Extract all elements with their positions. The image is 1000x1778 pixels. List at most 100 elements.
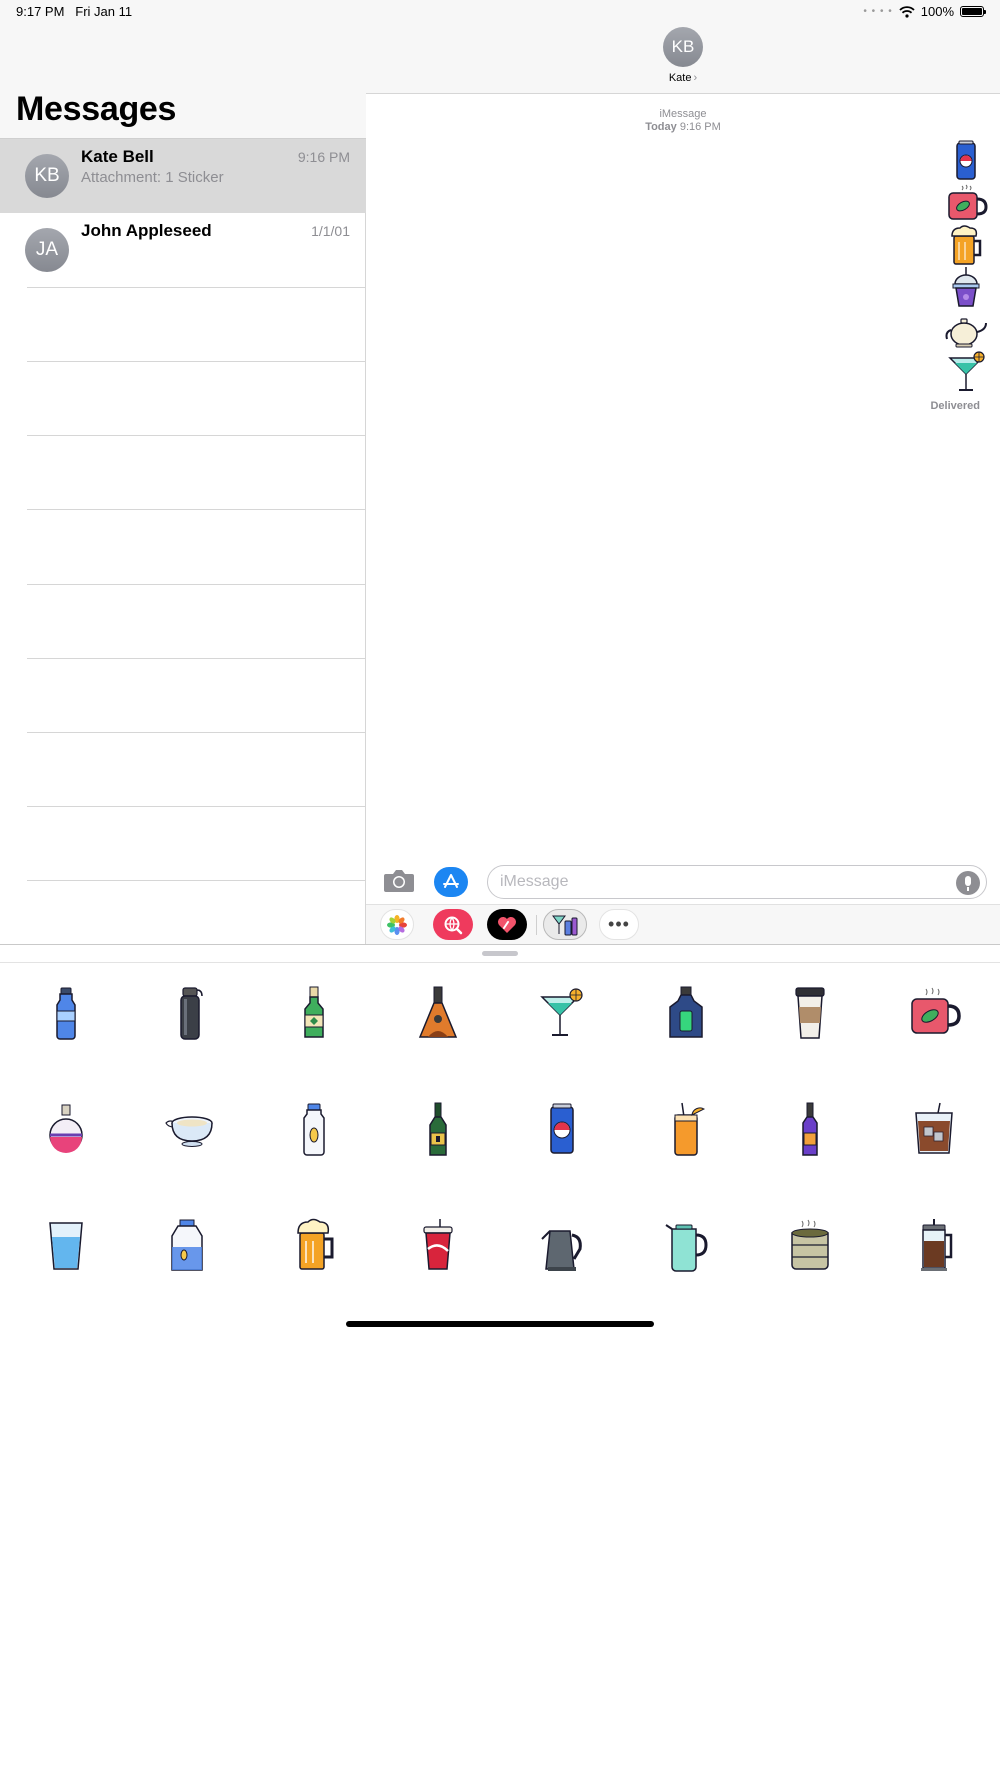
list-separator — [27, 584, 366, 585]
sticker-green-bottle[interactable] — [252, 985, 376, 1101]
soda-can-sticker[interactable] — [944, 140, 988, 182]
sticker-water-bottle[interactable] — [4, 985, 128, 1101]
teapot-sticker[interactable] — [944, 308, 988, 350]
soda-can-icon — [550, 1103, 574, 1154]
conversation-time: 1/1/01 — [311, 223, 350, 239]
digital-touch-app-icon[interactable] — [487, 909, 527, 940]
drawer-divider — [536, 915, 537, 935]
juice-glass-icon — [674, 1102, 706, 1156]
liquor-bottle-icon — [418, 986, 458, 1038]
heart-icon — [498, 916, 516, 933]
sticker-tea-cup[interactable] — [872, 985, 996, 1101]
square-bottle-icon — [669, 986, 703, 1038]
sticker-purple-bottle[interactable] — [748, 1101, 872, 1217]
camera-icon[interactable] — [383, 868, 415, 894]
avatar: JA — [25, 228, 69, 272]
green-bottle-icon — [304, 986, 324, 1038]
status-date: Fri Jan 11 — [75, 4, 133, 19]
sticker-water-glass[interactable] — [4, 1217, 128, 1333]
sticker-wine-bottle[interactable] — [376, 1101, 500, 1217]
image-search-app-icon[interactable] — [433, 909, 473, 940]
list-separator — [27, 287, 366, 288]
conversation-name: John Appleseed — [81, 221, 212, 240]
sent-sticker-message[interactable] — [944, 140, 988, 392]
list-separator — [27, 435, 366, 436]
purple-bottle-icon — [802, 1102, 818, 1156]
drawer-separator — [0, 962, 1000, 963]
sticker-soup-bowl[interactable] — [748, 1217, 872, 1333]
list-separator — [27, 509, 366, 510]
compose-bar: iMessage — [366, 860, 1000, 904]
status-indicators: • • • • 100% — [863, 4, 986, 19]
list-separator — [27, 361, 366, 362]
avatar: KB — [25, 154, 69, 198]
sticker-iced-drink[interactable] — [872, 1101, 996, 1217]
water-glass-icon — [49, 1222, 83, 1270]
battery-percent: 100% — [920, 4, 954, 19]
conversation-timestamp: iMessage Today 9:16 PM — [366, 108, 1000, 134]
message-input[interactable]: iMessage — [487, 865, 987, 899]
photos-flower-icon — [387, 914, 407, 935]
beer-mug-sticker[interactable] — [944, 224, 988, 266]
cocktail-sticker[interactable] — [944, 350, 988, 392]
sticker-milk-bottle[interactable] — [252, 1101, 376, 1217]
app-drawer: ••• — [366, 904, 1000, 944]
soup-bowl-icon — [791, 1219, 829, 1270]
soda-cup-icon — [423, 1219, 453, 1270]
contact-name-label: Kate — [668, 72, 692, 84]
drawer-grabber-handle[interactable] — [482, 951, 518, 956]
chat-pane: KB Kate › iMessage Today 9:16 PM Deliver… — [366, 0, 1000, 944]
drinks-sticker-app-icon[interactable] — [543, 909, 587, 940]
sticker-soda-can[interactable] — [500, 1101, 624, 1217]
teal-kettle-icon — [665, 1224, 708, 1272]
status-bar: 9:17 PM Fri Jan 11 • • • • 100% — [0, 0, 1000, 24]
app-store-glyph-icon — [443, 874, 459, 888]
contact-name[interactable]: Kate › — [366, 72, 1000, 84]
service-label: iMessage — [659, 108, 707, 120]
sticker-juice-glass[interactable] — [624, 1101, 748, 1217]
iced-drink-icon — [915, 1102, 953, 1154]
sticker-grid — [4, 985, 996, 1333]
electric-kettle-icon — [541, 1230, 582, 1271]
globe-search-icon — [444, 916, 463, 934]
app-store-icon[interactable] — [434, 867, 468, 897]
wine-bottle-icon — [429, 1102, 447, 1156]
signal-icon: • • • • — [863, 6, 893, 17]
sticker-milk-carton[interactable] — [128, 1217, 252, 1333]
sticker-teal-kettle[interactable] — [624, 1217, 748, 1333]
tea-cup-sticker[interactable] — [944, 182, 988, 224]
home-indicator[interactable] — [346, 1321, 654, 1327]
list-separator — [27, 880, 366, 881]
battery-icon — [960, 6, 986, 17]
drinks-icon — [552, 915, 578, 935]
sticker-beer-mug[interactable] — [252, 1217, 376, 1333]
sticker-liquor-bottle[interactable] — [376, 985, 500, 1101]
thermos-bottle-icon — [180, 987, 203, 1040]
status-time: 9:17 PM — [16, 4, 65, 19]
tea-cup-icon — [911, 987, 961, 1034]
conversation-row-kate-bell[interactable]: KB Kate Bell 9:16 PM Attachment: 1 Stick… — [0, 139, 366, 213]
sticker-coffee-cup[interactable] — [748, 985, 872, 1101]
microphone-icon[interactable] — [956, 871, 980, 895]
photos-app-icon[interactable] — [380, 909, 414, 940]
time-label: 9:16 PM — [679, 121, 721, 133]
sticker-french-press[interactable] — [872, 1217, 996, 1333]
more-apps-icon[interactable]: ••• — [599, 909, 639, 940]
conversation-row-john-appleseed[interactable]: JA John Appleseed 1/1/01 — [0, 213, 366, 287]
sticker-potion-flask[interactable] — [4, 1101, 128, 1217]
page-title: Messages — [16, 90, 177, 128]
cocktail-glass-icon — [540, 988, 583, 1036]
wifi-icon — [899, 5, 915, 18]
conversation-time: 9:16 PM — [297, 149, 350, 165]
list-separator — [27, 658, 366, 659]
smoothie-sticker[interactable] — [944, 266, 988, 308]
status-time-date: 9:17 PM Fri Jan 11 — [16, 4, 132, 19]
sticker-cocktail-glass[interactable] — [500, 985, 624, 1101]
sticker-electric-kettle[interactable] — [500, 1217, 624, 1333]
sticker-square-bottle[interactable] — [624, 985, 748, 1101]
contact-avatar[interactable]: KB — [663, 27, 703, 67]
beer-mug-icon — [297, 1218, 334, 1270]
sticker-tea-bowl[interactable] — [128, 1101, 252, 1217]
sticker-thermos-bottle[interactable] — [128, 985, 252, 1101]
sticker-soda-cup[interactable] — [376, 1217, 500, 1333]
